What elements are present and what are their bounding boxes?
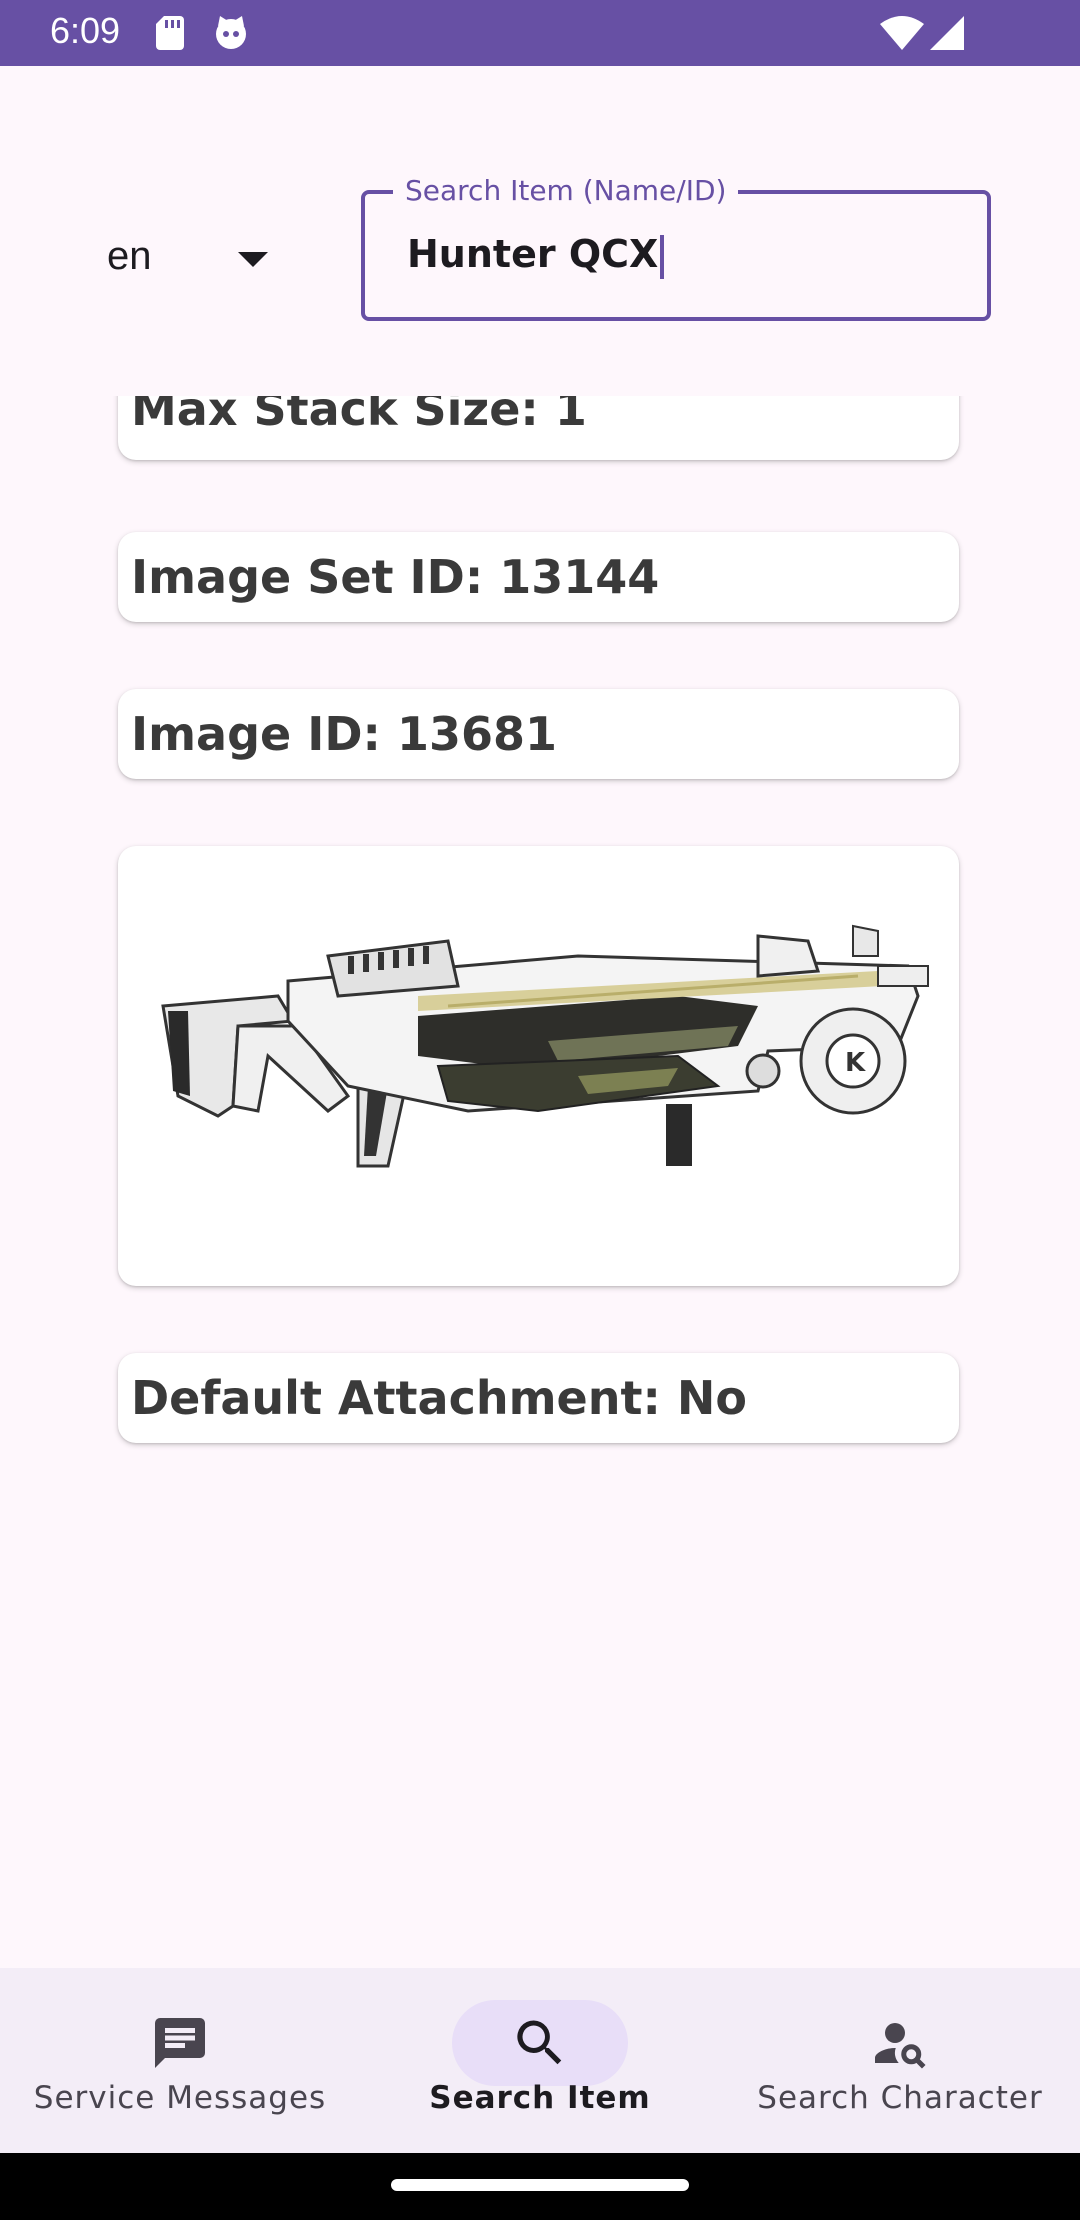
status-time: 6:09 xyxy=(50,10,121,51)
nav-service-messages[interactable]: Service Messages xyxy=(0,1968,360,2153)
default-attachment-text: Default Attachment: No xyxy=(131,1371,747,1425)
image-id-text: Image ID: 13681 xyxy=(131,707,557,761)
image-id-card: Image ID: 13681 xyxy=(118,689,959,779)
search-input-text: Hunter QCX xyxy=(407,232,659,276)
language-dropdown[interactable]: en xyxy=(80,220,280,300)
gun-image: K xyxy=(161,924,929,1168)
default-attachment-card: Default Attachment: No xyxy=(118,1353,959,1443)
svg-text:K: K xyxy=(845,1048,866,1078)
item-details-list[interactable]: Max Stack Size: 1 Image Set ID: 13144 Im… xyxy=(0,396,1080,1966)
max-stack-size-text: Max Stack Size: 1 xyxy=(131,396,587,436)
search-input[interactable]: Hunter QCX xyxy=(407,232,665,279)
image-set-id-text: Image Set ID: 13144 xyxy=(131,550,660,604)
gesture-bar xyxy=(0,2153,1080,2220)
search-icon xyxy=(517,2020,562,2065)
cat-icon xyxy=(216,16,246,49)
nav-label: Service Messages xyxy=(33,2080,327,2116)
nav-search-item[interactable]: Search Item xyxy=(360,1968,720,2153)
text-cursor xyxy=(660,234,665,279)
bottom-navigation: Service Messages Search Item Search Char… xyxy=(0,1968,1080,2153)
nav-search-character[interactable]: Search Character xyxy=(720,1968,1080,2153)
search-item-field[interactable]: Search Item (Name/ID) Hunter QCX xyxy=(361,174,991,321)
image-set-id-card: Image Set ID: 13144 xyxy=(118,532,959,622)
status-bar: 6:09 xyxy=(0,0,1080,66)
sd-card-icon xyxy=(156,16,184,50)
nav-indicator xyxy=(92,2000,268,2086)
person-search-icon xyxy=(875,2023,926,2069)
language-value: en xyxy=(107,234,152,278)
message-icon xyxy=(155,2018,205,2068)
wifi-icon xyxy=(880,16,924,50)
nav-indicator-active xyxy=(452,2000,628,2086)
home-indicator[interactable] xyxy=(391,2179,689,2191)
nav-indicator xyxy=(812,2000,988,2086)
search-field-label: Search Item (Name/ID) xyxy=(393,174,739,207)
nav-label: Search Item xyxy=(429,2080,651,2116)
item-image-card: K xyxy=(118,846,959,1286)
max-stack-size-card: Max Stack Size: 1 xyxy=(118,396,959,460)
nav-label: Search Character xyxy=(757,2080,1043,2116)
signal-icon xyxy=(930,16,964,50)
chevron-down-icon xyxy=(238,252,268,267)
